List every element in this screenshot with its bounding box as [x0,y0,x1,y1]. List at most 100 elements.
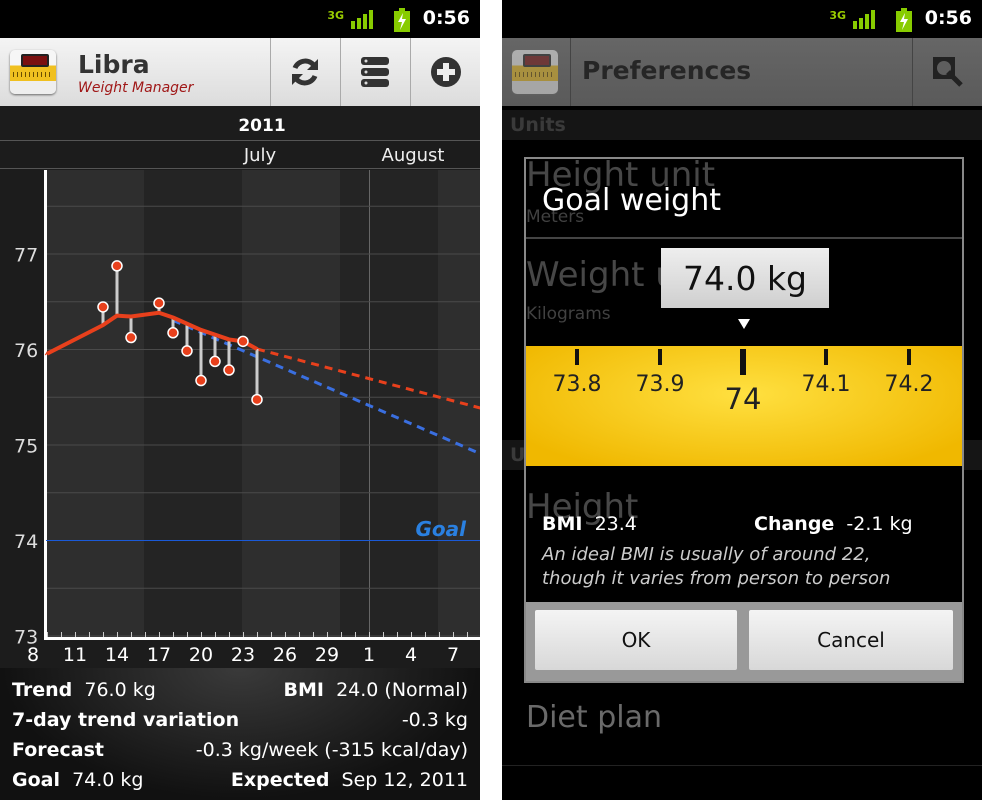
week-band [144,170,242,638]
weight-point [237,335,249,348]
x-minor-tick [383,632,384,637]
expected-value: Sep 12, 2011 [341,769,468,791]
header-divider [0,168,480,169]
x-minor-tick [89,632,90,637]
year-label: 2011 [238,116,285,136]
goal-label: Goal [415,517,467,541]
x-minor-tick [131,632,132,637]
weight-chart[interactable]: 2011July August73747576778 11 14 17 20 23 26 29 1… [0,0,480,668]
x-minor-tick [215,632,216,637]
gridline [46,396,480,398]
variation-label: 7-day trend variation [12,709,240,731]
signal-icon [853,10,875,29]
x-minor-tick [369,632,370,637]
3g-data-icon: 3G [829,9,846,22]
x-minor-tick [257,632,258,637]
x-minor-tick [159,632,160,637]
trend-line-start [44,351,49,356]
x-tick-label: 23 [231,644,255,666]
change-preview: Change -2.1 kg [754,513,913,535]
goal-weight-dialog: Goal weight 74.0 kg 73.8 73.9 74 74.1 74.2 B… [524,157,964,683]
gridline [46,444,480,446]
dialog-title: Goal weight [542,183,722,218]
y-tick-label: 75 [14,436,38,458]
settings-action-button[interactable] [912,38,982,106]
ruler-tick [575,349,579,365]
weight-point [195,374,207,387]
x-tick-label: 7 [447,644,459,666]
x-minor-tick [201,632,202,637]
expected-label: Expected [230,769,330,791]
forecast-value: -0.3 kg/week (-315 kcal/day) [195,739,468,761]
ruler-tick [824,349,828,365]
x-minor-tick [243,632,244,637]
weight-point [97,301,109,313]
ruler-value-label: 74 [724,382,762,416]
libra-main-screen: 3G 0:56 Libra Weight Manager 2011 July Aug… [0,0,480,800]
ok-button[interactable]: OK [535,610,737,670]
x-minor-tick [173,632,174,637]
variation-value: -0.3 kg [401,709,468,731]
x-minor-tick [341,632,342,637]
x-tick-label: 14 [105,644,129,666]
stats-panel: Trend 76.0 kg BMI 24.0 (Normal) 7-day tre… [0,668,480,800]
x-tick-label: 20 [189,644,213,666]
bmi-note-line1: An ideal BMI is usually of around 22, [542,544,871,565]
week-band [46,170,144,638]
weight-point [181,345,193,357]
app-logo-icon[interactable] [512,50,558,94]
x-tick-label: 29 [315,644,339,666]
pointer-triangle-icon [738,319,750,329]
x-axis [44,637,480,640]
weight-point [223,364,235,376]
y-tick-label: 76 [14,340,38,362]
bmi-preview: BMI 23.4 [542,513,637,535]
x-minor-tick [103,632,104,637]
x-minor-tick [117,632,118,637]
x-minor-tick [425,632,426,637]
trend-label: Trend [12,679,73,701]
y-tick-label: 74 [14,531,38,553]
status-bar: 3G 0:56 [502,0,982,38]
gridline [46,253,480,255]
dialog-button-bar: OK Cancel [526,602,962,681]
x-minor-tick [285,632,286,637]
pref-weight-unit-value: Kilograms [526,304,611,324]
x-tick-label: 26 [273,644,297,666]
x-minor-tick [229,632,230,637]
x-minor-tick [355,632,356,637]
weight-point [209,355,221,368]
wrench-icon [932,57,963,87]
gridline [46,635,480,637]
x-tick-label: 11 [63,644,87,666]
ruler-tick [658,349,662,365]
bmi-value: 24.0 (Normal) [336,679,468,701]
x-minor-tick [145,632,146,637]
section-header-units: Units [502,110,982,140]
ruler-value-label: 74.1 [801,372,851,397]
week-band [340,170,438,638]
x-minor-tick [75,632,76,637]
gridline [46,301,480,303]
battery-charging-icon [896,8,912,32]
action-bar: Preferences [502,38,982,106]
gridline [46,205,480,207]
x-minor-tick [411,632,412,637]
x-tick-label: 4 [405,644,417,666]
month-label: July [243,145,277,166]
weight-point [167,327,179,339]
cancel-button[interactable]: Cancel [749,610,953,670]
clock: 0:56 [924,7,972,29]
ruler-tick [740,349,746,375]
x-minor-tick [397,632,398,637]
x-minor-tick [313,632,314,637]
ruler-value-label: 73.9 [635,372,685,397]
pref-diet-plan[interactable]: Diet plan [526,700,662,735]
bmi-label: BMI [283,679,324,701]
weight-ruler-slider[interactable]: 73.8 73.9 74 74.1 74.2 [526,346,962,466]
bmi-note-line2: though it varies from person to person [542,568,891,589]
ruler-tick [907,349,911,365]
weight-point [153,297,165,309]
x-minor-tick [47,632,48,637]
x-minor-tick [187,632,188,637]
